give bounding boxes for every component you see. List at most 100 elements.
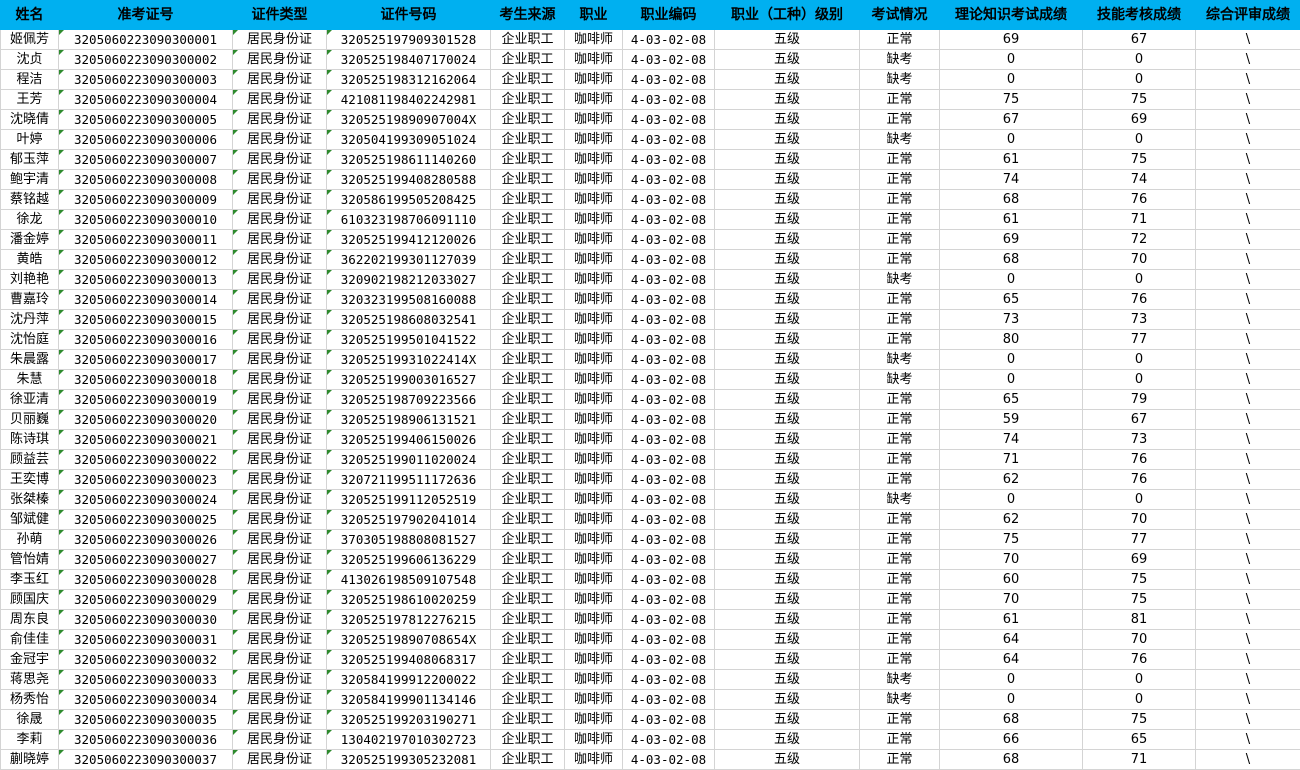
cell-exam-status[interactable]: 正常 <box>860 430 940 450</box>
column-header[interactable]: 职业（工种）级别 <box>715 1 860 30</box>
cell-review-score[interactable]: \ <box>1196 90 1300 110</box>
cell-exam-id[interactable]: 3205060223090300014 <box>59 290 233 310</box>
cell-id-type[interactable]: 居民身份证 <box>233 590 327 610</box>
cell-theory-score[interactable]: 74 <box>940 430 1083 450</box>
cell-source[interactable]: 企业职工 <box>491 690 565 710</box>
cell-skill-score[interactable]: 77 <box>1083 330 1196 350</box>
cell-id-number[interactable]: 320525197909301528 <box>327 30 491 50</box>
cell-name[interactable]: 徐龙 <box>1 210 59 230</box>
cell-occupation-code[interactable]: 4-03-02-08 <box>623 630 715 650</box>
cell-source[interactable]: 企业职工 <box>491 70 565 90</box>
cell-skill-score[interactable]: 0 <box>1083 70 1196 90</box>
column-header[interactable]: 姓名 <box>1 1 59 30</box>
cell-review-score[interactable]: \ <box>1196 510 1300 530</box>
cell-exam-id[interactable]: 3205060223090300017 <box>59 350 233 370</box>
cell-level[interactable]: 五级 <box>715 610 860 630</box>
cell-occupation[interactable]: 咖啡师 <box>565 730 623 750</box>
cell-theory-score[interactable]: 0 <box>940 130 1083 150</box>
cell-review-score[interactable]: \ <box>1196 390 1300 410</box>
cell-exam-status[interactable]: 正常 <box>860 410 940 430</box>
cell-id-type[interactable]: 居民身份证 <box>233 450 327 470</box>
cell-occupation-code[interactable]: 4-03-02-08 <box>623 410 715 430</box>
cell-name[interactable]: 蔡铭越 <box>1 190 59 210</box>
cell-exam-id[interactable]: 3205060223090300019 <box>59 390 233 410</box>
cell-id-type[interactable]: 居民身份证 <box>233 310 327 330</box>
cell-exam-id[interactable]: 3205060223090300002 <box>59 50 233 70</box>
column-header[interactable]: 证件类型 <box>233 1 327 30</box>
cell-occupation[interactable]: 咖啡师 <box>565 570 623 590</box>
cell-occupation-code[interactable]: 4-03-02-08 <box>623 50 715 70</box>
cell-exam-id[interactable]: 3205060223090300012 <box>59 250 233 270</box>
cell-occupation-code[interactable]: 4-03-02-08 <box>623 170 715 190</box>
column-header[interactable]: 综合评审成绩 <box>1196 1 1300 30</box>
cell-occupation-code[interactable]: 4-03-02-08 <box>623 270 715 290</box>
cell-skill-score[interactable]: 77 <box>1083 530 1196 550</box>
cell-id-number[interactable]: 320525199412120026 <box>327 230 491 250</box>
cell-source[interactable]: 企业职工 <box>491 370 565 390</box>
cell-level[interactable]: 五级 <box>715 230 860 250</box>
cell-theory-score[interactable]: 59 <box>940 410 1083 430</box>
cell-id-number[interactable]: 320525198407170024 <box>327 50 491 70</box>
cell-skill-score[interactable]: 0 <box>1083 670 1196 690</box>
cell-exam-id[interactable]: 3205060223090300023 <box>59 470 233 490</box>
cell-exam-status[interactable]: 正常 <box>860 610 940 630</box>
cell-level[interactable]: 五级 <box>715 130 860 150</box>
cell-id-type[interactable]: 居民身份证 <box>233 290 327 310</box>
cell-occupation[interactable]: 咖啡师 <box>565 470 623 490</box>
cell-level[interactable]: 五级 <box>715 650 860 670</box>
cell-exam-status[interactable]: 正常 <box>860 650 940 670</box>
cell-exam-id[interactable]: 3205060223090300028 <box>59 570 233 590</box>
cell-skill-score[interactable]: 70 <box>1083 250 1196 270</box>
cell-source[interactable]: 企业职工 <box>491 50 565 70</box>
cell-source[interactable]: 企业职工 <box>491 130 565 150</box>
cell-theory-score[interactable]: 64 <box>940 650 1083 670</box>
cell-skill-score[interactable]: 67 <box>1083 410 1196 430</box>
cell-occupation[interactable]: 咖啡师 <box>565 310 623 330</box>
cell-exam-id[interactable]: 3205060223090300029 <box>59 590 233 610</box>
cell-id-number[interactable]: 320525199501041522 <box>327 330 491 350</box>
cell-source[interactable]: 企业职工 <box>491 490 565 510</box>
cell-id-number[interactable]: 320902198212033027 <box>327 270 491 290</box>
cell-occupation-code[interactable]: 4-03-02-08 <box>623 330 715 350</box>
cell-exam-id[interactable]: 3205060223090300008 <box>59 170 233 190</box>
cell-review-score[interactable]: \ <box>1196 410 1300 430</box>
cell-review-score[interactable]: \ <box>1196 30 1300 50</box>
cell-skill-score[interactable]: 74 <box>1083 170 1196 190</box>
cell-occupation[interactable]: 咖啡师 <box>565 370 623 390</box>
cell-name[interactable]: 周东良 <box>1 610 59 630</box>
cell-exam-id[interactable]: 3205060223090300025 <box>59 510 233 530</box>
cell-name[interactable]: 蒋思尧 <box>1 670 59 690</box>
cell-level[interactable]: 五级 <box>715 190 860 210</box>
cell-exam-id[interactable]: 3205060223090300015 <box>59 310 233 330</box>
cell-name[interactable]: 杨秀怡 <box>1 690 59 710</box>
cell-skill-score[interactable]: 75 <box>1083 590 1196 610</box>
cell-id-type[interactable]: 居民身份证 <box>233 250 327 270</box>
cell-exam-id[interactable]: 3205060223090300001 <box>59 30 233 50</box>
cell-id-number[interactable]: 320525199112052519 <box>327 490 491 510</box>
cell-exam-id[interactable]: 3205060223090300036 <box>59 730 233 750</box>
cell-skill-score[interactable]: 72 <box>1083 230 1196 250</box>
cell-name[interactable]: 贝丽巍 <box>1 410 59 430</box>
cell-id-number[interactable]: 320525199011020024 <box>327 450 491 470</box>
cell-name[interactable]: 李玉红 <box>1 570 59 590</box>
cell-exam-status[interactable]: 正常 <box>860 730 940 750</box>
cell-theory-score[interactable]: 0 <box>940 490 1083 510</box>
cell-theory-score[interactable]: 68 <box>940 750 1083 770</box>
cell-level[interactable]: 五级 <box>715 70 860 90</box>
cell-exam-status[interactable]: 正常 <box>860 310 940 330</box>
cell-review-score[interactable]: \ <box>1196 650 1300 670</box>
cell-skill-score[interactable]: 0 <box>1083 350 1196 370</box>
cell-review-score[interactable]: \ <box>1196 730 1300 750</box>
cell-id-number[interactable]: 130402197010302723 <box>327 730 491 750</box>
cell-source[interactable]: 企业职工 <box>491 470 565 490</box>
cell-skill-score[interactable]: 65 <box>1083 730 1196 750</box>
cell-theory-score[interactable]: 70 <box>940 550 1083 570</box>
cell-source[interactable]: 企业职工 <box>491 730 565 750</box>
cell-name[interactable]: 沈怡庭 <box>1 330 59 350</box>
cell-skill-score[interactable]: 79 <box>1083 390 1196 410</box>
cell-source[interactable]: 企业职工 <box>491 90 565 110</box>
cell-occupation[interactable]: 咖啡师 <box>565 550 623 570</box>
cell-review-score[interactable]: \ <box>1196 190 1300 210</box>
cell-occupation[interactable]: 咖啡师 <box>565 430 623 450</box>
cell-exam-status[interactable]: 正常 <box>860 530 940 550</box>
